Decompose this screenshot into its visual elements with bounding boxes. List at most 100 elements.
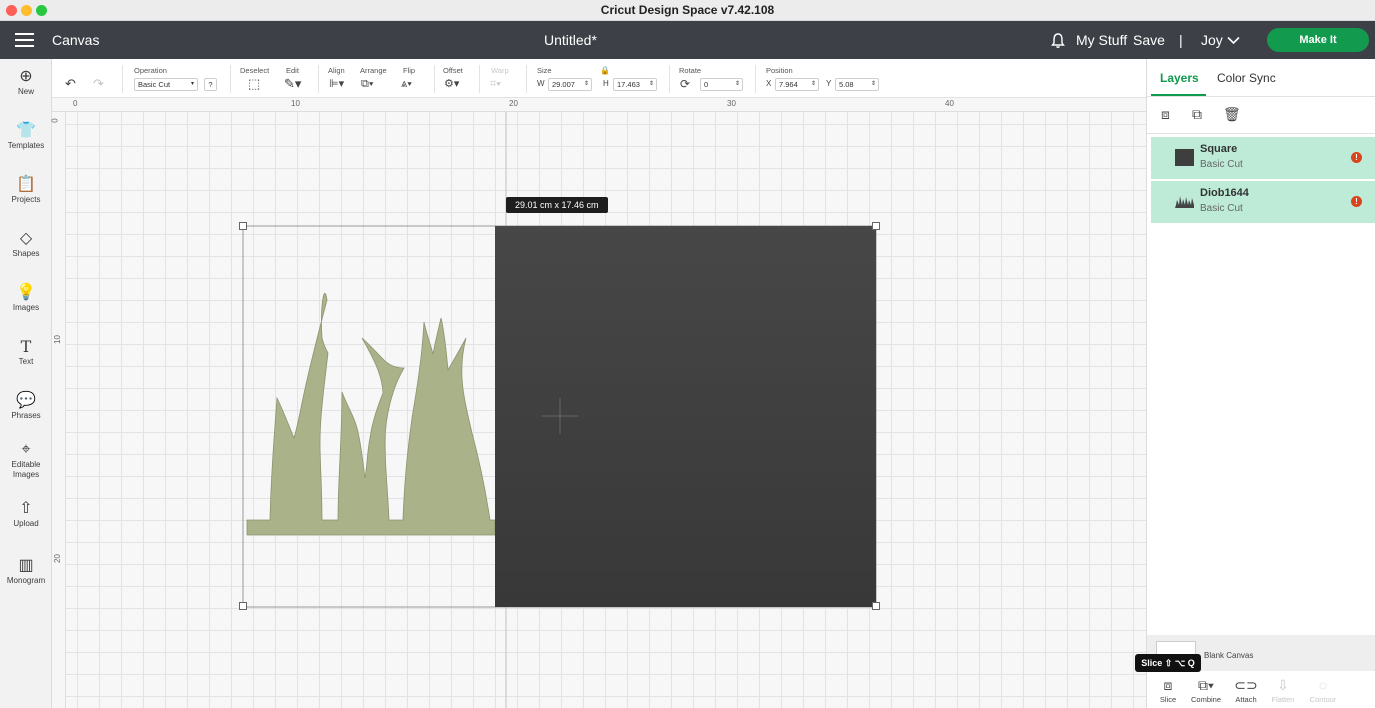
resize-handle[interactable] bbox=[872, 602, 880, 610]
operation-help-button[interactable]: ? bbox=[204, 78, 217, 91]
stepper-icon[interactable]: ⇕ bbox=[649, 79, 654, 90]
combine-icon: ⧉▾ bbox=[1198, 677, 1214, 693]
layers-panel: Layers Color Sync ⧈ ⧉ 🗑 Square Basic Cut… bbox=[1146, 59, 1375, 708]
flip-icon[interactable]: ⩓▾ bbox=[401, 76, 412, 92]
design-canvas[interactable]: 29.01 cm x 17.46 cm bbox=[52, 98, 1146, 708]
layer-operation: Basic Cut bbox=[1200, 203, 1243, 214]
contour-icon: ◌ bbox=[1318, 677, 1328, 693]
sidebar-item-new[interactable]: ⊕ New bbox=[0, 67, 52, 97]
align-label: Align bbox=[328, 66, 345, 75]
duplicate-icon[interactable]: ⧉ bbox=[1192, 106, 1202, 123]
plus-circle-icon: ⊕ bbox=[19, 68, 33, 85]
left-sidebar: ⊕ New 👕 Templates 📋 Projects ◇ Shapes 💡 … bbox=[0, 59, 52, 708]
width-label: W bbox=[537, 79, 545, 88]
warp-icon[interactable]: ⌗▾ bbox=[490, 76, 501, 92]
lightbulb-icon: 💡 bbox=[16, 284, 36, 301]
toolbar-divider bbox=[669, 65, 670, 93]
resize-handle[interactable] bbox=[239, 222, 247, 230]
height-label: H bbox=[603, 79, 609, 88]
arrange-icon[interactable]: ⧉▾ bbox=[361, 76, 373, 92]
toolbar-divider bbox=[526, 65, 527, 93]
resize-handle[interactable] bbox=[872, 222, 880, 230]
x-label: X bbox=[766, 79, 772, 88]
stepper-icon[interactable]: ⇕ bbox=[811, 79, 816, 90]
sidebar-item-label: Monogram bbox=[6, 576, 46, 585]
warp-label: Warp bbox=[491, 66, 509, 75]
x-position-input[interactable]: 7.964 ⇕ bbox=[775, 78, 819, 91]
toolbar-divider bbox=[755, 65, 756, 93]
deselect-icon[interactable]: ⬚ bbox=[248, 76, 260, 92]
redo-icon[interactable]: ↷ bbox=[93, 76, 104, 92]
grass-image[interactable] bbox=[246, 292, 496, 536]
stepper-icon[interactable]: ⇕ bbox=[871, 79, 876, 90]
y-position-input[interactable]: 5.08 ⇕ bbox=[835, 78, 879, 91]
flatten-button[interactable]: ⇩ Flatten bbox=[1261, 675, 1305, 704]
lock-icon[interactable]: 🔒 bbox=[600, 66, 610, 75]
user-menu[interactable]: Joy bbox=[1201, 32, 1223, 48]
stepper-icon[interactable]: ⇕ bbox=[735, 79, 740, 90]
warning-icon[interactable]: ! bbox=[1351, 152, 1362, 163]
rotate-input[interactable]: 0 ⇕ bbox=[700, 78, 743, 91]
make-it-button[interactable]: Make It bbox=[1267, 28, 1369, 52]
size-label: Size bbox=[537, 66, 552, 75]
app-header: Canvas Untitled* My Stuff Save | Joy Mak… bbox=[0, 21, 1375, 59]
flip-label: Flip bbox=[403, 66, 416, 75]
toolbar-divider bbox=[230, 65, 231, 93]
hamburger-menu-icon[interactable] bbox=[15, 32, 35, 48]
warning-icon[interactable]: ! bbox=[1351, 196, 1362, 207]
layer-thumbnail bbox=[1175, 149, 1194, 166]
trash-icon[interactable]: 🗑 bbox=[1223, 106, 1241, 123]
text-icon: T bbox=[20, 337, 32, 356]
tab-layers[interactable]: Layers bbox=[1160, 71, 1199, 85]
shapes-icon: ◇ bbox=[19, 230, 33, 247]
sidebar-item-images[interactable]: 💡 Images bbox=[0, 283, 52, 313]
sidebar-item-shapes[interactable]: ◇ Shapes bbox=[0, 229, 52, 259]
sidebar-item-label: Upload bbox=[13, 519, 39, 528]
combine-button[interactable]: ⧉▾ Combine bbox=[1184, 675, 1228, 704]
operation-label: Operation bbox=[134, 66, 167, 75]
undo-icon[interactable]: ↶ bbox=[65, 76, 76, 92]
layer-row-diob1644[interactable]: Diob1644 Basic Cut ! bbox=[1151, 181, 1375, 223]
height-input[interactable]: 17.463 ⇕ bbox=[613, 78, 657, 91]
contour-button[interactable]: ◌ Contour bbox=[1301, 675, 1345, 704]
group-icon[interactable]: ⧈ bbox=[1161, 106, 1170, 123]
y-label: Y bbox=[826, 79, 832, 88]
edit-pen-icon[interactable]: ✎▾ bbox=[284, 76, 301, 92]
ruler-tick-label: 40 bbox=[945, 99, 954, 108]
offset-label: Offset bbox=[443, 66, 463, 75]
chevron-down-icon[interactable] bbox=[1227, 36, 1240, 45]
align-icon[interactable]: ⊫▾ bbox=[329, 76, 344, 92]
ruler-top: 0 10 20 30 40 bbox=[52, 98, 1146, 112]
x-value: 7.964 bbox=[779, 80, 798, 89]
width-value: 29.007 bbox=[552, 80, 575, 89]
sidebar-item-label: Projects bbox=[11, 195, 41, 204]
rotate-icon[interactable]: ⟳ bbox=[680, 76, 690, 92]
height-value: 17.463 bbox=[617, 80, 640, 89]
my-stuff-link[interactable]: My Stuff bbox=[1076, 32, 1127, 48]
sidebar-item-phrases[interactable]: 💬 Phrases bbox=[0, 391, 52, 421]
tab-color-sync[interactable]: Color Sync bbox=[1217, 71, 1276, 85]
sidebar-item-editable-images[interactable]: ⌖ Editable Images bbox=[0, 440, 52, 480]
sidebar-item-upload[interactable]: ⇧ Upload bbox=[0, 499, 52, 529]
sidebar-item-projects[interactable]: 📋 Projects bbox=[0, 175, 52, 205]
bell-icon[interactable] bbox=[1050, 32, 1066, 49]
sidebar-item-text[interactable]: T Text bbox=[0, 337, 52, 367]
save-button[interactable]: Save bbox=[1133, 32, 1165, 48]
slice-tooltip: Slice ⇧ ⌥ Q bbox=[1135, 654, 1201, 672]
offset-icon[interactable]: ⚙▾ bbox=[444, 76, 459, 92]
ruler-tick-label: 20 bbox=[52, 554, 62, 563]
node-edit-icon: ⌖ bbox=[21, 441, 31, 458]
sidebar-item-templates[interactable]: 👕 Templates bbox=[0, 121, 52, 151]
width-input[interactable]: 29.007 ⇕ bbox=[548, 78, 592, 91]
operation-value: Basic Cut bbox=[138, 80, 171, 89]
y-value: 5.08 bbox=[839, 80, 854, 89]
stepper-icon[interactable]: ⇕ bbox=[584, 79, 589, 90]
flatten-icon: ⇩ bbox=[1277, 677, 1289, 693]
layer-row-square[interactable]: Square Basic Cut ! bbox=[1151, 137, 1375, 179]
panel-divider bbox=[1147, 96, 1375, 97]
resize-handle[interactable] bbox=[239, 602, 247, 610]
tool-label: Flatten bbox=[1271, 695, 1295, 704]
sidebar-item-monogram[interactable]: ▥ Monogram bbox=[0, 556, 52, 586]
tool-label: Contour bbox=[1309, 695, 1337, 704]
operation-select[interactable]: Basic Cut ▾ bbox=[134, 78, 198, 91]
